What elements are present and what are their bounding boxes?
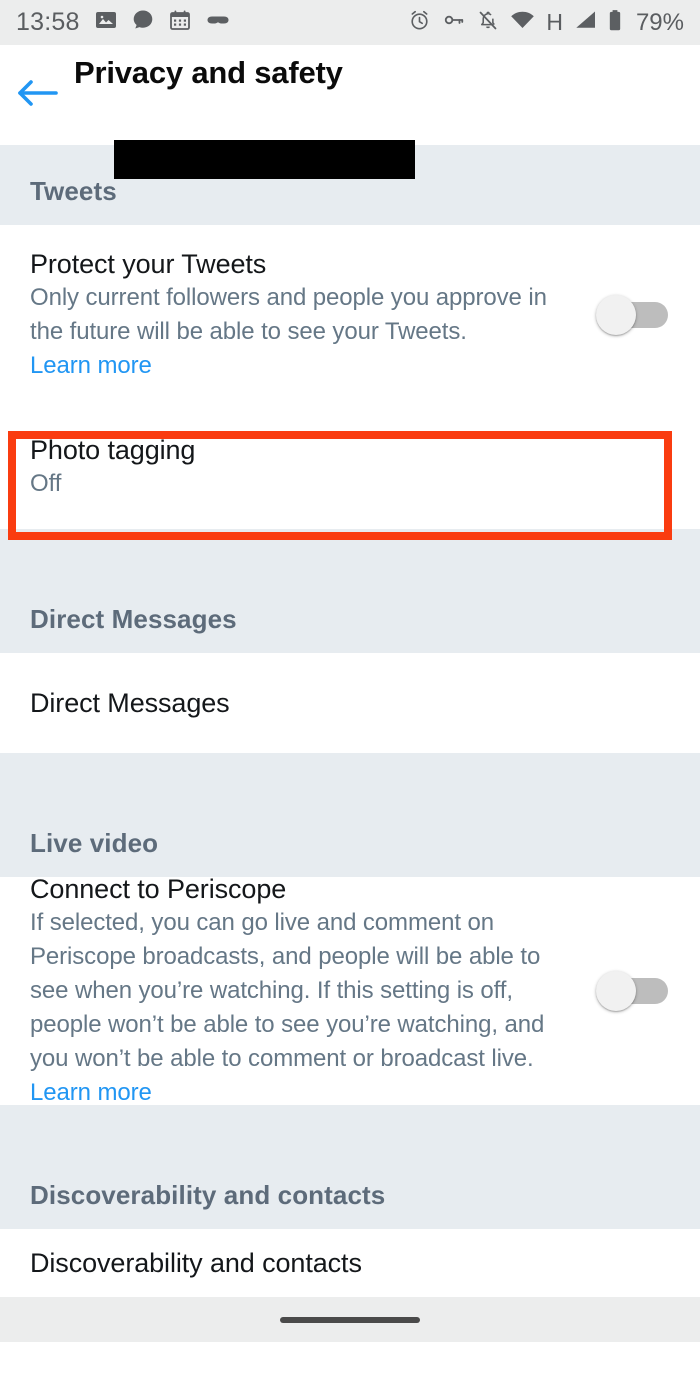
setting-title: Connect to Periscope [30, 874, 287, 904]
setting-row-text: Discoverability and contacts [30, 1246, 670, 1280]
vpn-key-icon [442, 9, 466, 36]
calendar-icon [168, 8, 192, 37]
periscope-toggle[interactable] [596, 971, 668, 1011]
setting-title: Protect your Tweets [30, 249, 267, 279]
photo-icon [94, 8, 118, 37]
phone-screen: 13:58 H 79% Privacy and safety Tweets Pr… [0, 0, 700, 1400]
redacted-account-handle [114, 140, 415, 179]
setting-title: Photo tagging [30, 435, 196, 465]
setting-row-direct-messages[interactable]: Direct Messages [0, 653, 700, 753]
battery-icon [608, 9, 622, 37]
setting-row-text: Connect to Periscope If selected, you ca… [30, 872, 574, 1110]
setting-row-photo-tagging[interactable]: Photo tagging Off [0, 405, 700, 529]
setting-row-text: Photo tagging Off [30, 433, 670, 501]
system-navigation-bar [0, 1297, 700, 1342]
setting-row-protect-your-tweets[interactable]: Protect your Tweets Only current followe… [0, 225, 700, 405]
protect-tweets-toggle[interactable] [596, 295, 668, 335]
setting-title: Direct Messages [30, 688, 230, 718]
wifi-icon [510, 10, 535, 35]
learn-more-link[interactable]: Learn more [30, 352, 152, 379]
arrow-left-icon [16, 76, 58, 115]
status-bar-clock: 13:58 [16, 8, 80, 36]
cell-signal-icon [574, 10, 597, 35]
section-header-live-video: Live video [0, 753, 700, 877]
battery-percentage: 79% [635, 8, 684, 36]
setting-row-text: Protect your Tweets Only current followe… [30, 247, 574, 383]
setting-value: Off [30, 470, 62, 497]
setting-description-text: If selected, you can go live and comment… [30, 909, 545, 1072]
section-header-discoverability-and-contacts: Discoverability and contacts [0, 1105, 700, 1229]
setting-description: Only current followers and people you ap… [30, 281, 574, 383]
app-bar-titles: Privacy and safety [74, 45, 343, 93]
back-button[interactable] [0, 45, 74, 145]
status-bar-system-icons: H 79% [408, 9, 684, 37]
mask-icon [205, 8, 231, 37]
setting-title: Discoverability and contacts [30, 1248, 362, 1278]
page-title: Privacy and safety [74, 55, 343, 90]
notifications-muted-icon [477, 9, 499, 37]
status-bar: 13:58 H 79% [0, 0, 700, 45]
learn-more-link[interactable]: Learn more [30, 1079, 152, 1106]
setting-row-connect-to-periscope[interactable]: Connect to Periscope If selected, you ca… [0, 874, 700, 1106]
network-h-icon: H [546, 9, 563, 35]
setting-description: If selected, you can go live and comment… [30, 906, 574, 1110]
app-bar: Privacy and safety [0, 45, 700, 179]
signal-messenger-icon [131, 8, 155, 37]
setting-row-discoverability-and-contacts[interactable]: Discoverability and contacts [0, 1229, 700, 1297]
setting-row-text: Direct Messages [30, 686, 670, 720]
toggle-thumb [596, 971, 636, 1011]
alarm-icon [408, 9, 431, 37]
section-header-direct-messages: Direct Messages [0, 529, 700, 653]
status-bar-notification-icons [94, 8, 231, 37]
toggle-thumb [596, 295, 636, 335]
setting-description-text: Only current followers and people you ap… [30, 284, 547, 345]
gesture-home-pill[interactable] [280, 1316, 420, 1323]
